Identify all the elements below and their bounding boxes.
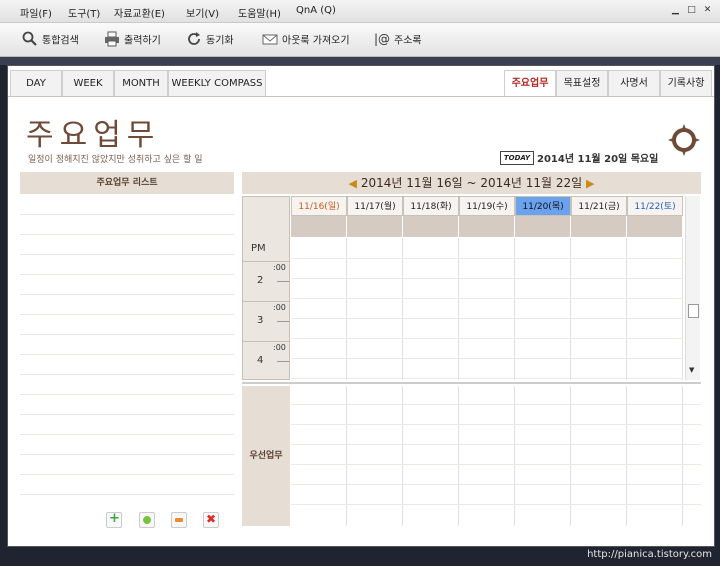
prev-week-arrow[interactable]: ◀ [349, 177, 357, 190]
week-range-bar: ◀ 2014년 11월 16일 ~ 2014년 11월 22일 ▶ [242, 172, 701, 194]
menu-view[interactable]: 보기(V) [186, 5, 219, 20]
hour-label: 3 [257, 315, 264, 326]
printer-icon [104, 31, 120, 47]
print-button[interactable]: 출력하기 [104, 31, 161, 49]
add-task-button[interactable]: + [106, 512, 122, 528]
search-button[interactable]: 통합검색 [22, 31, 79, 49]
allday-cell[interactable] [515, 216, 571, 237]
scrollbar-thumb[interactable] [688, 304, 699, 318]
ampm-label: PM [251, 243, 266, 254]
day-header-sun[interactable]: 11/16(일) [291, 196, 347, 216]
menu-help[interactable]: 도움말(H) [238, 5, 281, 20]
task-list-header: 주요업무 리스트 [20, 172, 234, 194]
day-header-fri[interactable]: 11/21(금) [571, 196, 627, 216]
x-icon: ✖ [206, 512, 217, 526]
scroll-down-icon[interactable]: ▼ [689, 366, 694, 374]
app-window: 파일(F) 도구(T) 자료교환(E) 보기(V) 도움말(H) QnA (Q)… [0, 0, 720, 566]
tab-mission[interactable]: 사명서 [608, 70, 660, 96]
menu-qna[interactable]: QnA (Q) [296, 5, 336, 16]
menu-file[interactable]: 파일(F) [20, 5, 52, 20]
green-dot-icon [143, 516, 151, 524]
tab-month[interactable]: MONTH [114, 70, 168, 96]
day-header-tue[interactable]: 11/18(화) [403, 196, 459, 216]
tab-main-tasks[interactable]: 주요업무 [504, 70, 556, 96]
tab-week[interactable]: WEEK [62, 70, 114, 96]
maximize-icon[interactable]: □ [686, 5, 697, 16]
priority-tasks-grid[interactable] [291, 386, 701, 526]
minus-icon [175, 518, 183, 522]
time-column: PM :00 2 :00 3 :00 4 [242, 196, 290, 380]
day-header-sat[interactable]: 11/22(토) [627, 196, 683, 216]
plus-icon: + [109, 511, 120, 526]
menu-tools[interactable]: 도구(T) [68, 5, 100, 20]
remove-task-button[interactable] [171, 512, 187, 528]
tab-weekly-compass[interactable]: WEEKLY COMPASS [168, 70, 266, 96]
allday-cell[interactable] [403, 216, 459, 237]
time-grid[interactable] [291, 238, 683, 380]
priority-tasks-label: 우선업무 [242, 386, 290, 526]
page-subtitle: 일정이 정해지진 않았지만 성취하고 싶은 할 일 [28, 155, 203, 165]
delete-task-button[interactable]: ✖ [203, 512, 219, 528]
address-book-button[interactable]: |@ 주소록 [374, 31, 422, 49]
outlook-import-button[interactable]: 아웃룩 가져오기 [262, 31, 350, 49]
day-header-mon[interactable]: 11/17(월) [347, 196, 403, 216]
allday-cell[interactable] [627, 216, 683, 237]
hour-label: 2 [257, 275, 264, 286]
close-icon[interactable]: ✕ [702, 5, 713, 16]
sync-button[interactable]: 동기화 [186, 31, 234, 49]
week-range-label: 2014년 11월 16일 ~ 2014년 11월 22일 [360, 176, 583, 190]
next-week-arrow[interactable]: ▶ [586, 177, 594, 190]
tab-goals[interactable]: 목표설정 [556, 70, 608, 96]
hour-label: 4 [257, 355, 264, 366]
allday-cell[interactable] [347, 216, 403, 237]
menu-data-exchange[interactable]: 자료교환(E) [114, 5, 165, 20]
envelope-icon [262, 31, 278, 47]
main-panel: DAY WEEK MONTH WEEKLY COMPASS 주요업무 목표설정 … [7, 65, 715, 547]
today-date: 2014년 11월 20일 목요일 [537, 154, 659, 165]
search-icon [22, 31, 38, 47]
compass-icon [668, 124, 700, 156]
complete-task-button[interactable] [139, 512, 155, 528]
task-list[interactable] [20, 196, 234, 526]
allday-cell[interactable] [459, 216, 515, 237]
tab-day[interactable]: DAY [10, 70, 62, 96]
at-sign-icon: |@ [374, 32, 391, 46]
day-header-thu[interactable]: 11/20(목) [515, 196, 571, 216]
allday-cell[interactable] [291, 216, 347, 237]
calendar-scrollbar[interactable]: ▼ [685, 196, 700, 380]
page-title: 주요업무 [26, 118, 161, 153]
view-tabs: DAY WEEK MONTH WEEKLY COMPASS 주요업무 목표설정 … [8, 68, 714, 97]
day-header-wed[interactable]: 11/19(수) [459, 196, 515, 216]
sync-icon [186, 31, 202, 47]
today-button[interactable]: TODAY [500, 151, 534, 165]
minimize-icon[interactable]: ▁ [670, 5, 681, 16]
tab-records[interactable]: 기록사항 [660, 70, 712, 96]
toolbar: 통합검색 출력하기 동기화 아웃룩 가져오기 |@ 주소록 [0, 23, 720, 57]
allday-cell[interactable] [571, 216, 627, 237]
menu-bar: 파일(F) 도구(T) 자료교환(E) 보기(V) 도움말(H) QnA (Q)… [0, 0, 720, 23]
watermark: http://pianica.tistory.com [587, 549, 712, 560]
